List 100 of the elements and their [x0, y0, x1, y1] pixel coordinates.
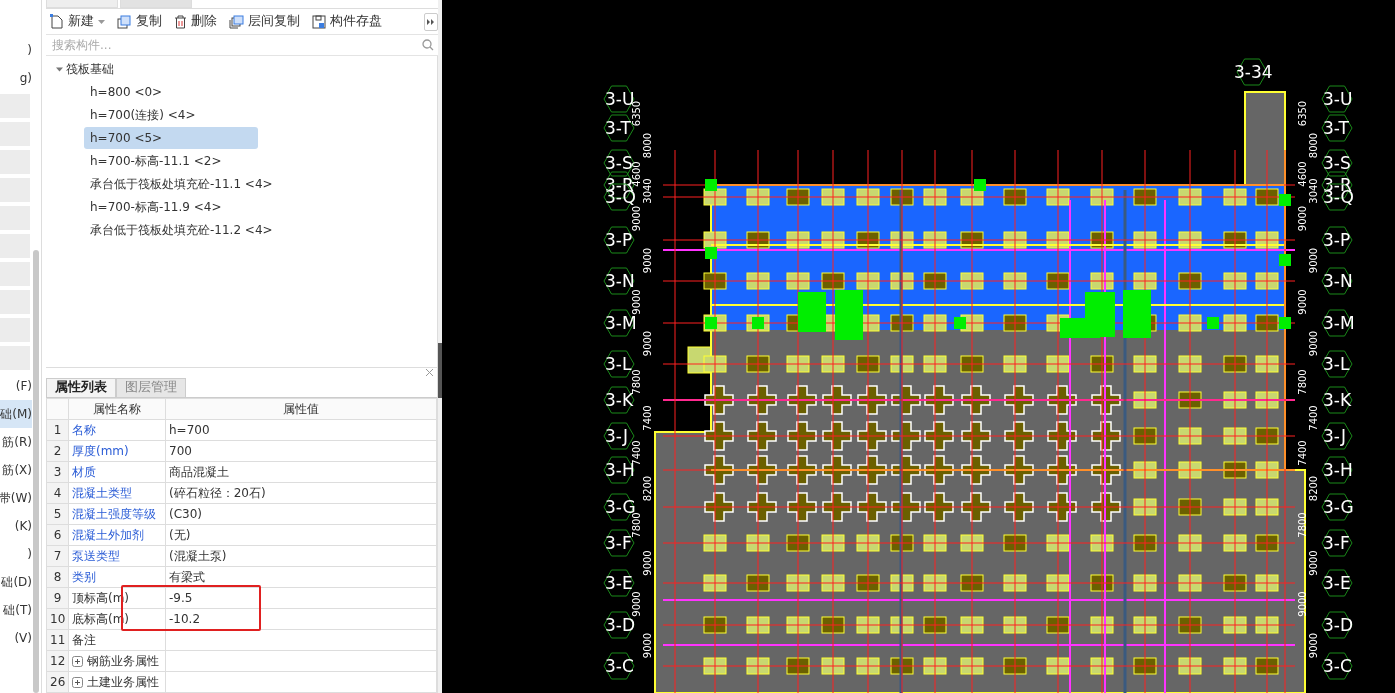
- expand-icon[interactable]: [72, 655, 83, 667]
- row-number: 12: [46, 650, 69, 672]
- tree-item[interactable]: h=700(连接) <4>: [84, 104, 258, 126]
- property-name: 泵送类型: [72, 548, 120, 563]
- nav-item[interactable]: (V): [0, 624, 32, 652]
- property-value[interactable]: h=700: [165, 419, 437, 441]
- dimension-label: 9000: [1308, 330, 1319, 357]
- axis-bubble: 3-D: [1321, 611, 1354, 639]
- row-number: 7: [46, 545, 69, 567]
- dimension-label: 4600: [1297, 161, 1308, 187]
- property-value[interactable]: -9.5: [165, 587, 437, 609]
- axis-bubble: 3-J: [1321, 422, 1353, 450]
- nav-item[interactable]: (K): [0, 512, 32, 540]
- nav-item[interactable]: 筋(X): [0, 456, 32, 484]
- axis-bubble: 3-E: [1321, 569, 1353, 597]
- property-name: 混凝土外加剂: [72, 527, 144, 542]
- nav-item[interactable]: 础(T): [0, 596, 32, 624]
- axis-bubble: 3-G: [1321, 493, 1354, 521]
- toolbar-button[interactable]: 构件存盘: [312, 13, 382, 30]
- tree-group-label[interactable]: 筏板基础: [66, 60, 114, 78]
- nav-item[interactable]: 础(D): [0, 568, 32, 596]
- axis-bubble: 3-F: [1321, 529, 1353, 557]
- nav-item[interactable]: 筋(R): [0, 428, 32, 456]
- expand-arrow-icon[interactable]: [56, 65, 63, 73]
- dimension-label: 9000: [642, 550, 653, 576]
- property-value[interactable]: 商品混凝土: [165, 461, 437, 483]
- scrollbar[interactable]: [33, 250, 39, 693]
- panel-tab[interactable]: 属性列表: [46, 377, 116, 397]
- row-number: 9: [46, 587, 69, 609]
- axis-bubble: 3-K: [1321, 386, 1353, 414]
- drawing-canvas[interactable]: [442, 0, 1395, 693]
- toolbar-button[interactable]: 层间复制: [229, 13, 300, 30]
- dimension-label: 6350: [1297, 100, 1308, 127]
- expand-icon[interactable]: [72, 676, 83, 688]
- dimension-label: 3040: [642, 178, 653, 204]
- axis-bubble: 3-T: [1321, 114, 1353, 142]
- axis-bubble: 3-H: [1321, 456, 1353, 484]
- row-number: 4: [46, 482, 69, 504]
- property-name: 钢筋业务属性: [87, 652, 159, 670]
- axis-bubble: 3-C: [1321, 652, 1353, 680]
- dimension-label: 8000: [642, 132, 653, 159]
- dimension-label: 7400: [1308, 405, 1319, 431]
- tree-item[interactable]: h=800 <0>: [84, 81, 258, 103]
- dimension-label: 8000: [1308, 132, 1319, 159]
- dimension-label: 7800: [1297, 369, 1308, 395]
- column-header: 属性值: [165, 398, 437, 420]
- property-name: 备注: [72, 632, 96, 647]
- row-number: 3: [46, 461, 69, 483]
- axis-bubble: 3-L: [1321, 350, 1353, 378]
- dimension-label: 9000: [1308, 247, 1319, 274]
- property-value[interactable]: 有梁式: [165, 566, 437, 588]
- tree-item[interactable]: h=700 <5>: [84, 127, 258, 149]
- row-number: 11: [46, 629, 69, 651]
- new-file-icon: [50, 14, 64, 29]
- nav-item[interactable]: ): [0, 36, 32, 64]
- tree-item[interactable]: 承台低于筏板处填充砼-11.1 <4>: [84, 173, 279, 195]
- close-icon[interactable]: [425, 368, 434, 377]
- row-number: 2: [46, 440, 69, 462]
- tree-item[interactable]: h=700-标高-11.9 <4>: [84, 196, 258, 218]
- property-value[interactable]: (碎石粒径：20石): [165, 482, 437, 504]
- tree-item[interactable]: h=700-标高-11.1 <2>: [84, 150, 258, 172]
- nav-item[interactable]: g): [0, 64, 32, 92]
- toolbar-button[interactable]: 新建: [50, 13, 105, 30]
- nav-item[interactable]: 础(M): [0, 400, 32, 428]
- search-icon[interactable]: [422, 39, 434, 51]
- property-value[interactable]: (混凝土泵): [165, 545, 437, 567]
- nav-item[interactable]: ): [0, 540, 32, 568]
- dimension-label: 7800: [1297, 512, 1308, 538]
- dimension-label: 9000: [642, 330, 653, 357]
- property-name: 厚度(mm): [72, 443, 129, 458]
- dimension-label: 9000: [1297, 205, 1308, 232]
- axis-bubble: 3-U: [1321, 85, 1353, 113]
- axis-bubble: 3-N: [1321, 267, 1353, 295]
- property-value[interactable]: (无): [165, 524, 437, 546]
- row-number: 10: [46, 608, 69, 630]
- nav-item[interactable]: (F): [0, 372, 32, 400]
- toolbar-button[interactable]: 复制: [117, 13, 162, 30]
- trash-icon: [174, 14, 187, 29]
- dimension-label: 9000: [1297, 289, 1308, 315]
- splitter-handle[interactable]: [438, 343, 442, 398]
- column-header: 属性名称: [68, 398, 166, 420]
- property-name: 混凝土强度等级: [72, 506, 156, 521]
- toolbar-button[interactable]: 删除: [174, 13, 217, 30]
- dimension-label: 9000: [1297, 591, 1308, 617]
- axis-bubble: 3-S: [1321, 149, 1353, 177]
- row-number: 26: [46, 671, 69, 693]
- property-name: 混凝土类型: [72, 485, 132, 500]
- axis-bubble: 3-C: [603, 652, 635, 680]
- tree-item[interactable]: 承台低于筏板处填充砼-11.2 <4>: [84, 219, 279, 241]
- property-value[interactable]: [165, 629, 437, 651]
- property-name: 土建业务属性: [87, 673, 159, 691]
- nav-item[interactable]: 带(W): [0, 484, 32, 512]
- property-value[interactable]: (C30): [165, 503, 437, 525]
- more-icon[interactable]: [424, 12, 438, 31]
- dimension-label: 8200: [642, 475, 653, 502]
- dimension-label: 7400: [1297, 440, 1308, 466]
- dimension-label: 3040: [1308, 178, 1319, 204]
- property-value[interactable]: 700: [165, 440, 437, 462]
- search-field[interactable]: 搜索构件...: [50, 37, 422, 53]
- property-name: 材质: [72, 464, 96, 479]
